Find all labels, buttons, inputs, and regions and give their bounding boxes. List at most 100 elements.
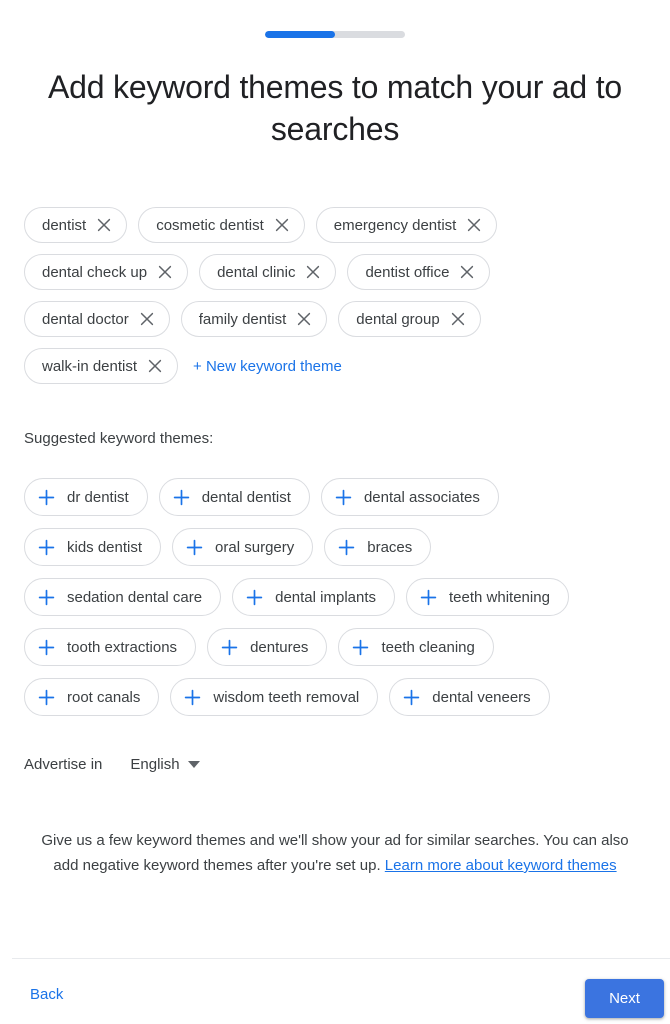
plus-icon	[352, 639, 369, 656]
suggested-theme-chip-label: dentures	[250, 638, 309, 656]
keyword-theme-chip-label: family dentist	[198, 310, 287, 328]
suggested-theme-chip-label: dental dentist	[201, 488, 291, 506]
keyword-theme-chip[interactable]: dental doctor	[24, 301, 170, 337]
suggested-chip-row: tooth extractions dentures teeth cleaning	[24, 628, 652, 666]
keyword-theme-chip-label: dental doctor	[42, 310, 129, 328]
suggested-chip-row: root canals wisdom teeth removal dental ve…	[24, 678, 652, 716]
keyword-themes-page: Add keyword themes to match your ad to s…	[0, 0, 670, 1024]
plus-icon	[403, 689, 420, 706]
suggested-theme-chip-label: dental implants	[275, 588, 377, 606]
advertise-in-label: Advertise in	[24, 756, 103, 773]
suggested-theme-chip[interactable]: oral surgery	[172, 528, 314, 566]
plus-icon	[335, 489, 352, 506]
helper-text: Give us a few keyword themes and we'll s…	[28, 828, 642, 878]
suggested-theme-chip[interactable]: teeth whitening	[406, 578, 569, 616]
suggested-theme-chip-label: teeth cleaning	[381, 638, 475, 656]
plus-icon	[338, 539, 355, 556]
back-button[interactable]: Back	[30, 986, 63, 1003]
plus-icon	[186, 539, 203, 556]
chevron-down-icon	[187, 761, 200, 768]
close-icon[interactable]	[296, 311, 312, 327]
close-icon[interactable]	[157, 264, 173, 280]
suggested-chip-row: kids dentist oral surgery braces	[24, 528, 652, 566]
suggested-theme-chip[interactable]: braces	[324, 528, 432, 566]
suggested-theme-chip[interactable]: dental implants	[232, 578, 396, 616]
keyword-theme-chip-label: dental check up	[42, 263, 148, 281]
page-title: Add keyword themes to match your ad to s…	[47, 69, 623, 147]
suggested-theme-chip-label: tooth extractions	[67, 638, 178, 656]
chip-row: dental check up dental clinic dentist offi…	[24, 254, 646, 290]
close-icon[interactable]	[139, 311, 155, 327]
suggested-theme-chip[interactable]: kids dentist	[24, 528, 162, 566]
keyword-theme-chip-label: cosmetic dentist	[156, 216, 264, 234]
progress-track	[265, 31, 405, 38]
chip-row: dentist cosmetic dentist emergency dentist	[24, 207, 646, 243]
progress-fill	[265, 31, 335, 38]
close-icon[interactable]	[305, 264, 321, 280]
suggested-theme-chip-label: kids dentist	[67, 538, 143, 556]
next-button[interactable]: Next	[585, 979, 664, 1018]
close-icon[interactable]	[466, 217, 482, 233]
suggested-theme-chip[interactable]: teeth cleaning	[338, 628, 494, 666]
suggested-theme-chip[interactable]: root canals	[24, 678, 160, 716]
keyword-theme-chip-label: dental clinic	[217, 263, 296, 281]
close-icon[interactable]	[96, 217, 112, 233]
plus-icon	[38, 539, 55, 556]
advertise-in-row: Advertise in English	[24, 756, 200, 773]
suggested-theme-chip-label: oral surgery	[215, 538, 295, 556]
plus-icon	[38, 689, 55, 706]
new-keyword-theme-button[interactable]: + New keyword theme	[189, 358, 346, 375]
suggested-theme-chip-label: dr dentist	[67, 488, 129, 506]
keyword-theme-chip-label: walk-in dentist	[42, 357, 138, 375]
keyword-theme-chip-label: dentist office	[365, 263, 450, 281]
suggested-theme-chip[interactable]: tooth extractions	[24, 628, 197, 666]
keyword-theme-chip-list: dentist cosmetic dentist emergency dentist…	[24, 207, 646, 395]
keyword-theme-chip[interactable]: walk-in dentist	[24, 348, 179, 384]
suggested-theme-chip-label: braces	[367, 538, 413, 556]
plus-icon	[38, 639, 55, 656]
keyword-theme-chip[interactable]: emergency dentist	[315, 207, 498, 243]
plus-icon	[173, 489, 190, 506]
suggested-theme-chip[interactable]: dental associates	[320, 478, 499, 516]
suggested-theme-chip-label: teeth whitening	[449, 588, 550, 606]
keyword-theme-chip[interactable]: dental check up	[24, 254, 189, 290]
suggested-theme-chip[interactable]: sedation dental care	[24, 578, 222, 616]
suggested-theme-chip[interactable]: dental veneers	[389, 678, 550, 716]
keyword-theme-chip[interactable]: cosmetic dentist	[138, 207, 305, 243]
keyword-theme-chip-label: dental group	[356, 310, 440, 328]
keyword-theme-chip[interactable]: family dentist	[180, 301, 328, 337]
language-value: English	[130, 756, 180, 773]
keyword-theme-chip-label: dentist	[42, 216, 87, 234]
plus-icon	[38, 589, 55, 606]
footer-divider	[12, 958, 670, 959]
suggested-theme-chip[interactable]: dental dentist	[158, 478, 310, 516]
suggested-theme-chip[interactable]: dentures	[207, 628, 328, 666]
close-icon[interactable]	[147, 358, 163, 374]
keyword-theme-chip[interactable]: dentist	[24, 207, 128, 243]
close-icon[interactable]	[274, 217, 290, 233]
suggested-chip-row: dr dentist dental dentist dental associate…	[24, 478, 652, 516]
chip-row: walk-in dentist + New keyword theme	[24, 348, 646, 384]
keyword-theme-chip-label: emergency dentist	[333, 216, 457, 234]
chip-row: dental doctor family dentist dental group	[24, 301, 646, 337]
learn-more-link[interactable]: Learn more about keyword themes	[385, 857, 617, 874]
suggested-theme-chip[interactable]: wisdom teeth removal	[170, 678, 379, 716]
suggested-theme-chip[interactable]: dr dentist	[24, 478, 148, 516]
plus-icon	[38, 489, 55, 506]
suggested-theme-chip-label: dental associates	[363, 488, 480, 506]
plus-icon	[420, 589, 437, 606]
plus-icon	[246, 589, 263, 606]
suggested-theme-chip-list: dr dentist dental dentist dental associate…	[24, 478, 652, 728]
language-select[interactable]: English	[130, 756, 200, 773]
suggested-chip-row: sedation dental care dental implants teeth…	[24, 578, 652, 616]
suggested-theme-chip-label: dental veneers	[432, 688, 531, 706]
keyword-theme-chip[interactable]: dentist office	[347, 254, 491, 290]
close-icon[interactable]	[459, 264, 475, 280]
plus-icon	[184, 689, 201, 706]
suggested-themes-label: Suggested keyword themes:	[24, 430, 214, 447]
progress-bar	[0, 31, 670, 38]
keyword-theme-chip[interactable]: dental group	[338, 301, 481, 337]
suggested-theme-chip-label: wisdom teeth removal	[213, 688, 360, 706]
close-icon[interactable]	[450, 311, 466, 327]
keyword-theme-chip[interactable]: dental clinic	[199, 254, 337, 290]
